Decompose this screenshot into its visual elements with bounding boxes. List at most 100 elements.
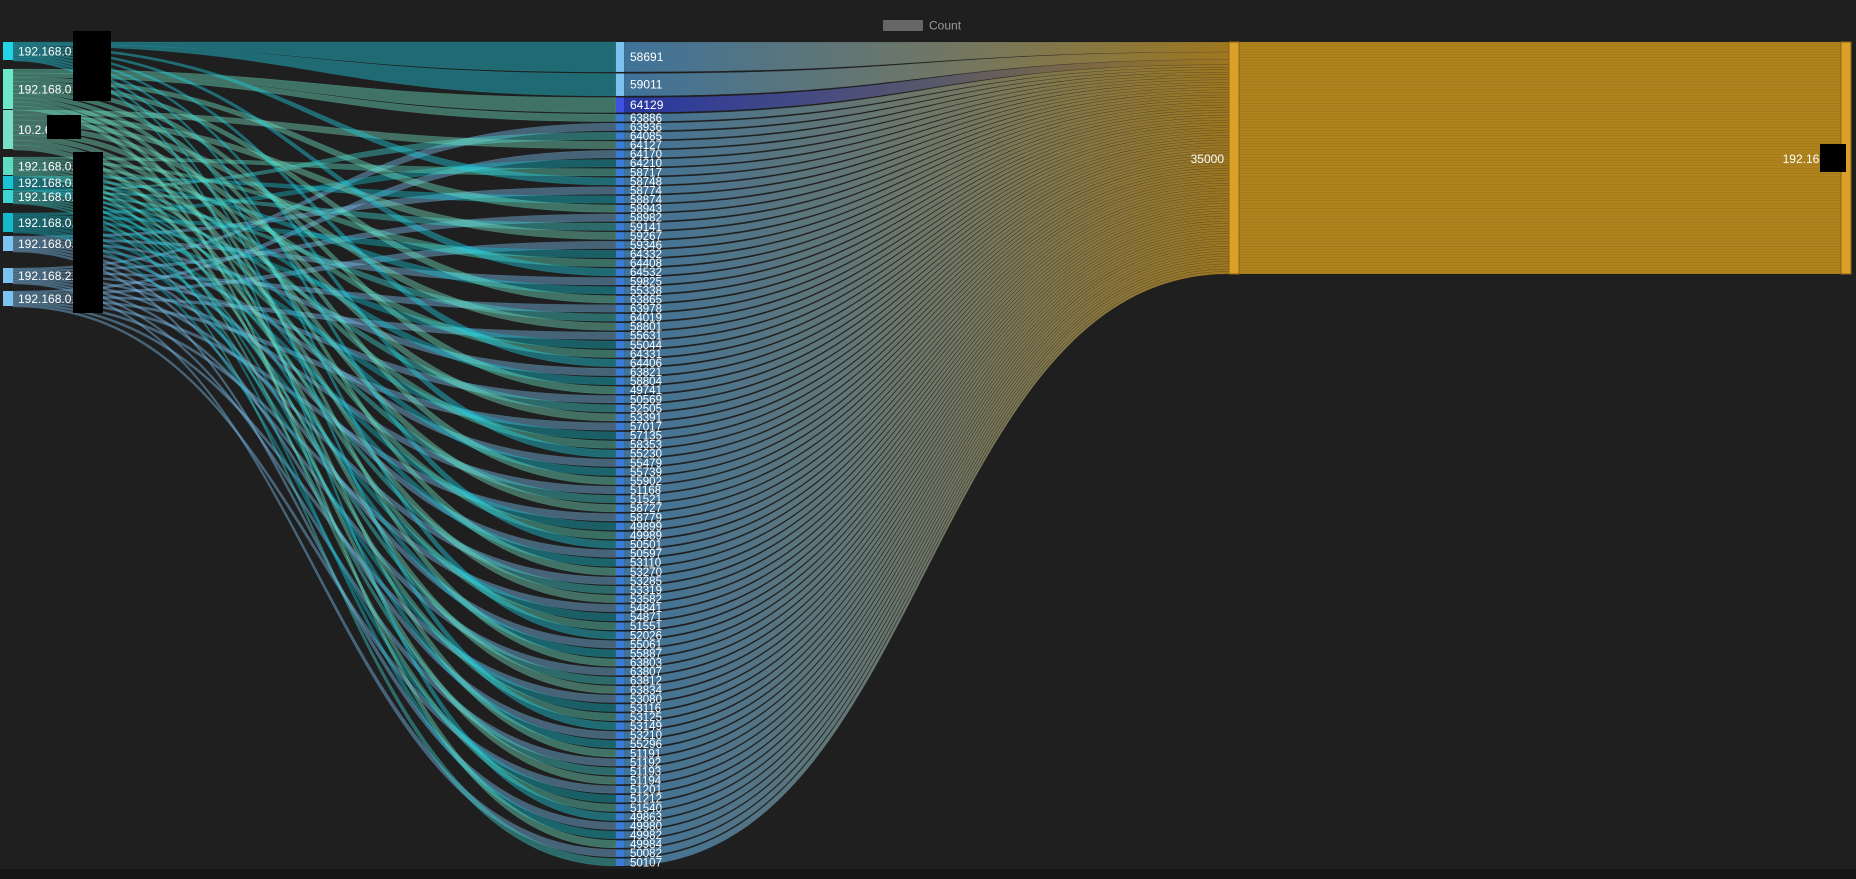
port-node[interactable]: [616, 586, 624, 594]
port-node[interactable]: [616, 250, 624, 258]
port-node[interactable]: [616, 513, 624, 522]
port-node[interactable]: [616, 459, 624, 467]
source-node[interactable]: [3, 42, 13, 60]
source-node[interactable]: [3, 268, 13, 283]
port-node[interactable]: [616, 495, 624, 503]
port-node[interactable]: [616, 731, 624, 739]
port-node[interactable]: [616, 831, 624, 839]
port-node[interactable]: [616, 42, 624, 72]
port-node[interactable]: [616, 686, 624, 694]
port-node[interactable]: [616, 622, 624, 630]
port-node[interactable]: [616, 213, 624, 222]
port-node[interactable]: [616, 740, 624, 748]
port-node[interactable]: [616, 604, 624, 612]
port-node[interactable]: [616, 422, 624, 431]
port-node[interactable]: [616, 840, 624, 848]
port-node[interactable]: [616, 159, 624, 167]
port-node[interactable]: [616, 813, 624, 821]
port-node[interactable]: [616, 73, 624, 96]
port-node[interactable]: [616, 776, 624, 785]
port-node[interactable]: [616, 440, 624, 449]
port-node[interactable]: [616, 504, 624, 512]
source-node[interactable]: [3, 236, 13, 251]
port-node[interactable]: [616, 794, 624, 803]
port-node[interactable]: [616, 558, 624, 567]
port-node[interactable]: [616, 141, 624, 149]
port-node[interactable]: [616, 268, 624, 276]
port-node[interactable]: [616, 123, 624, 131]
port-node[interactable]: [616, 749, 624, 758]
port-node[interactable]: [616, 368, 624, 376]
port-node[interactable]: [616, 150, 624, 158]
port-node[interactable]: [616, 577, 624, 585]
port-node[interactable]: [616, 531, 624, 540]
port-node[interactable]: [616, 704, 624, 712]
port-node[interactable]: [616, 522, 624, 531]
port-node[interactable]: [616, 377, 624, 385]
port-node[interactable]: [616, 849, 624, 857]
port-node[interactable]: [616, 395, 624, 404]
port-node[interactable]: [616, 114, 624, 122]
port-node[interactable]: [616, 486, 624, 494]
port-node[interactable]: [616, 695, 624, 703]
source-node[interactable]: [3, 176, 13, 189]
source-node[interactable]: [3, 190, 13, 203]
port-node[interactable]: [616, 350, 624, 358]
port-node[interactable]: [616, 277, 624, 285]
source-links: [12, 41, 617, 867]
port-node[interactable]: [616, 204, 624, 213]
port-node[interactable]: [616, 286, 624, 295]
port-node[interactable]: [616, 259, 624, 267]
legend[interactable]: Count: [883, 19, 962, 33]
port-node[interactable]: [616, 177, 624, 186]
source-node[interactable]: [3, 157, 13, 175]
port-node[interactable]: [616, 658, 624, 667]
port-node[interactable]: [616, 386, 624, 394]
port-node[interactable]: [616, 132, 624, 140]
port-node[interactable]: [616, 758, 624, 767]
port-node[interactable]: [616, 241, 624, 249]
destination-port-node[interactable]: [1228, 41, 1240, 275]
port-node[interactable]: [616, 667, 624, 676]
port-node[interactable]: [616, 713, 624, 721]
port-node[interactable]: [616, 767, 624, 776]
port-node[interactable]: [616, 785, 624, 794]
port-node[interactable]: [616, 322, 624, 331]
port-node[interactable]: [616, 568, 624, 576]
port-node[interactable]: [616, 468, 624, 476]
port-node[interactable]: [616, 640, 624, 649]
port-node[interactable]: [616, 431, 624, 440]
port-node[interactable]: [616, 595, 624, 603]
port-node[interactable]: [616, 295, 624, 304]
port-node[interactable]: [616, 477, 624, 485]
port-node[interactable]: [616, 676, 624, 685]
port-node[interactable]: [616, 304, 624, 313]
port-node[interactable]: [616, 649, 624, 658]
port-node[interactable]: [616, 613, 624, 621]
port-node[interactable]: [616, 413, 624, 422]
source-node[interactable]: [3, 213, 13, 232]
source-node[interactable]: [3, 291, 13, 306]
port-node[interactable]: [616, 804, 624, 812]
source-node[interactable]: [3, 69, 13, 109]
port-node[interactable]: [616, 341, 624, 349]
port-node[interactable]: [616, 540, 624, 549]
port-node[interactable]: [616, 97, 624, 113]
source-node[interactable]: [3, 110, 13, 149]
source-label: 192.168.2.: [18, 269, 75, 283]
port-node[interactable]: [616, 223, 624, 231]
port-node[interactable]: [616, 186, 624, 195]
port-node[interactable]: [616, 195, 624, 204]
port-node[interactable]: [616, 313, 624, 322]
port-node[interactable]: [616, 404, 624, 413]
port-node[interactable]: [616, 359, 624, 367]
port-node[interactable]: [616, 168, 624, 177]
port-node[interactable]: [616, 858, 624, 866]
port-node[interactable]: [616, 722, 624, 730]
port-node[interactable]: [616, 549, 624, 558]
port-node[interactable]: [616, 232, 624, 240]
port-node[interactable]: [616, 631, 624, 640]
port-node[interactable]: [616, 331, 624, 340]
port-node[interactable]: [616, 450, 624, 458]
port-node[interactable]: [616, 822, 624, 830]
